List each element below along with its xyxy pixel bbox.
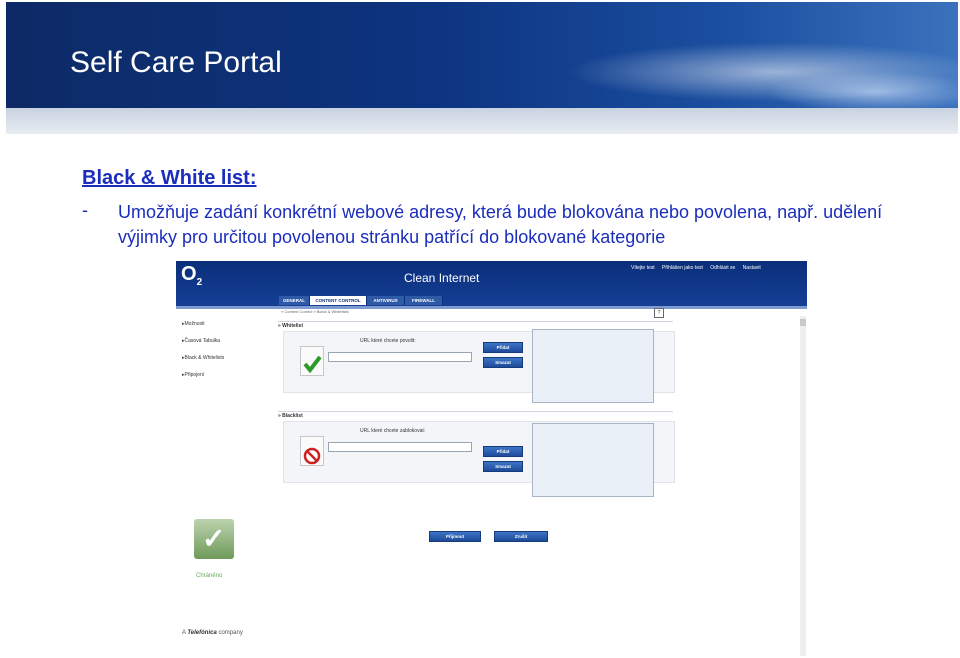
telefonica-logo: Telefónica	[187, 630, 217, 636]
user-info: Vítejte test Přihlášen jako test Odhlási…	[631, 265, 767, 272]
embedded-screenshot: O2 Clean Internet Vítejte test Přihlášen…	[176, 261, 807, 656]
scroll-up-arrow[interactable]	[800, 319, 806, 326]
whitelist-label: URL které chcete povolit:	[360, 338, 416, 344]
slide-title: Self Care Portal	[70, 46, 282, 79]
blacklist-add-button[interactable]: Přidat	[483, 446, 523, 457]
sidebar-item-options[interactable]: Možnosti	[176, 316, 268, 333]
user-logged: Přihlášen jako test	[662, 265, 703, 271]
blacklist-header: » Blacklist	[278, 413, 303, 419]
whitelist-url-input[interactable]	[328, 352, 472, 362]
banner-strip	[6, 108, 958, 134]
blacklist-listbox[interactable]	[532, 423, 654, 497]
company-line: A Telefónica company	[182, 630, 243, 636]
accept-button[interactable]: Přijmout	[429, 531, 481, 542]
blacklist-url-input[interactable]	[328, 442, 472, 452]
logout-link[interactable]: Odhlásit se	[710, 265, 735, 271]
settings-link[interactable]: Nastavit	[743, 265, 761, 271]
sidebar-item-schedule[interactable]: Časová Tabulka	[176, 333, 268, 350]
blacklist-document-icon	[300, 436, 324, 466]
bullet-marker: -	[82, 200, 88, 220]
app-name: Clean Internet	[404, 271, 480, 285]
app-header: O2 Clean Internet Vítejte test Přihlášen…	[176, 261, 807, 306]
blacklist-divider	[278, 411, 673, 412]
title-banner: Self Care Portal	[6, 2, 958, 134]
tab-firewall[interactable]: FIREWALL	[405, 296, 443, 305]
whitelist-delete-button[interactable]: Smazat	[483, 357, 523, 368]
tab-general[interactable]: GENERAL	[279, 296, 310, 305]
user-welcome: Vítejte test	[631, 265, 655, 271]
whitelist-listbox[interactable]	[532, 329, 654, 403]
sidebar-item-blackwhite[interactable]: Black & Whitelists	[176, 350, 268, 367]
section-heading: Black & White list:	[82, 167, 257, 189]
banner-wave-small	[766, 72, 958, 112]
scrollbar[interactable]	[800, 316, 806, 656]
protected-status: Chráněno	[196, 573, 223, 579]
tab-bar: GENERAL CONTENT CONTROL ANTIVIRUS FIREWA…	[176, 295, 807, 306]
breadcrumb: » Content Control » Black & Whitelists	[281, 309, 349, 314]
help-icon[interactable]: ?	[654, 308, 664, 318]
tab-antivirus[interactable]: ANTIVIRUS	[367, 296, 405, 305]
cancel-button[interactable]: Zrušit	[494, 531, 548, 542]
tab-content-control[interactable]: CONTENT CONTROL	[310, 296, 367, 305]
blacklist-label: URL které chcete zablokovat:	[360, 428, 426, 434]
sidebar-item-connection[interactable]: Připojení	[176, 367, 268, 384]
protected-check-icon: ✓	[194, 519, 234, 559]
whitelist-divider	[278, 321, 673, 322]
whitelist-document-icon	[300, 346, 324, 376]
whitelist-add-button[interactable]: Přidat	[483, 342, 523, 353]
header-underline	[176, 306, 807, 309]
bullet-text: Umožňuje zadání konkrétní webové adresy,…	[118, 202, 883, 247]
whitelist-header: » Whitelist	[278, 323, 304, 329]
blacklist-delete-button[interactable]: Smazat	[483, 461, 523, 472]
o2-logo: O2	[181, 263, 203, 288]
sidebar: Možnosti Časová Tabulka Black & Whitelis…	[176, 316, 268, 384]
